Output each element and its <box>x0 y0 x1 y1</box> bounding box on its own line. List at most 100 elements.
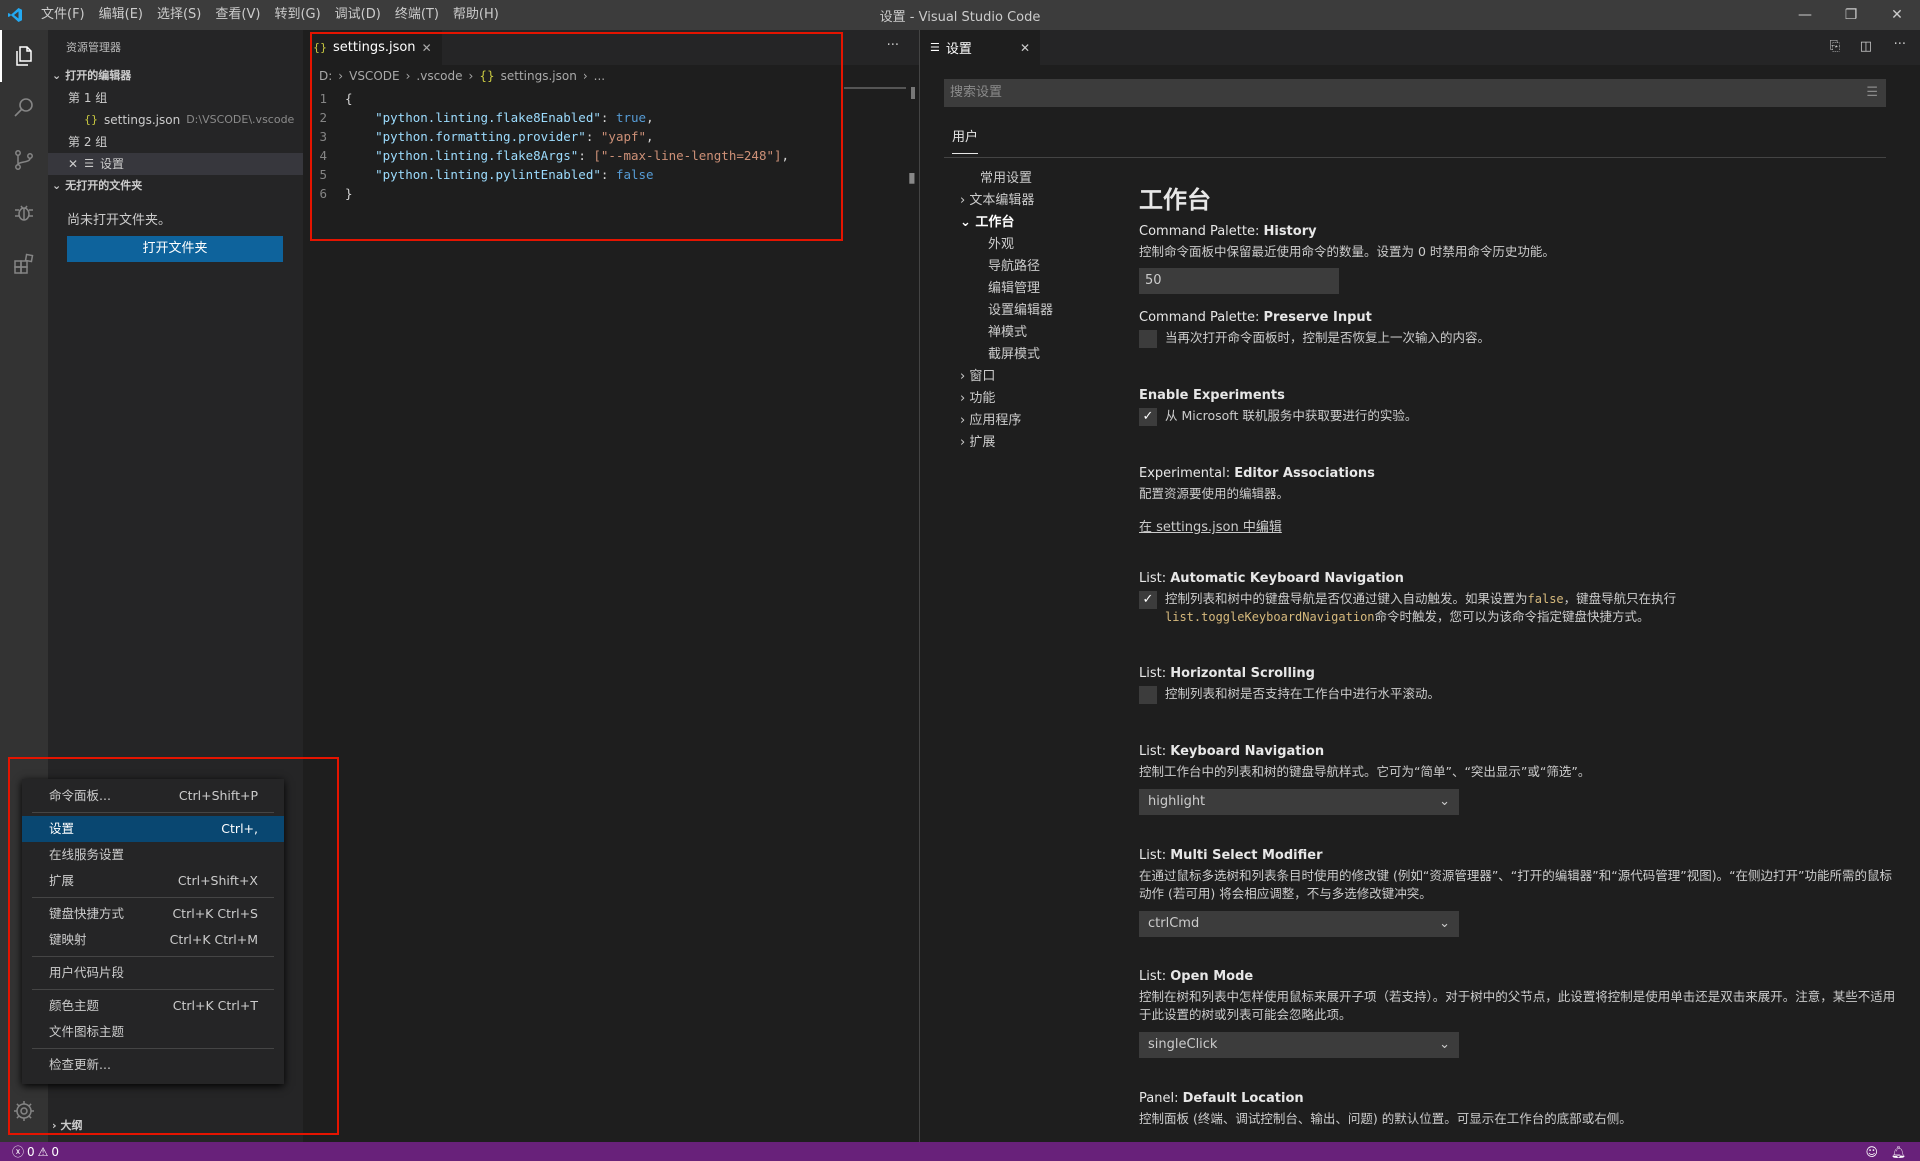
warning-icon: ⚠ <box>37 1144 49 1159</box>
setting-horizontal-scrolling: List: Horizontal Scrolling 控制列表和树是否支持在工作… <box>1139 665 1919 704</box>
edit-in-settings-json-link[interactable]: 在 settings.json 中编辑 <box>1139 520 1282 535</box>
warning-count: 0 <box>51 1144 60 1159</box>
toc-item[interactable]: 编辑管理 <box>960 278 1140 300</box>
chevron-right-icon: › <box>960 435 970 450</box>
setting-panel-default-location: Panel: Default Location 控制面板 (终端、调试控制台、输… <box>1139 1091 1632 1126</box>
minimize-button[interactable]: — <box>1782 0 1828 30</box>
chevron-right-icon: › <box>960 391 970 406</box>
settings-toc: 常用设置 › 文本编辑器 ⌄ 工作台 外观 导航路径 编辑管理 设置编辑器 禅模… <box>960 168 1140 454</box>
settings-ui-icon: ☰ <box>84 157 94 170</box>
menu-item-keyboard-shortcuts[interactable]: 键盘快捷方式 Ctrl+K Ctrl+S <box>22 901 284 927</box>
menu-help[interactable]: 帮助(H) <box>446 0 506 30</box>
toc-item[interactable]: › 应用程序 <box>960 410 1140 432</box>
menu-terminal[interactable]: 终端(T) <box>388 0 446 30</box>
minimap[interactable] <box>844 87 906 89</box>
tab-label: 设置 <box>945 42 972 57</box>
menu-edit[interactable]: 编辑(E) <box>92 0 150 30</box>
menu-item-settings[interactable]: 设置 Ctrl+, <box>22 816 284 842</box>
menu-item-user-snippets[interactable]: 用户代码片段 <box>22 960 284 986</box>
error-count: 0 <box>27 1144 35 1159</box>
files-icon[interactable] <box>0 30 48 82</box>
menu-item-file-icon-theme[interactable]: 文件图标主题 <box>22 1019 284 1045</box>
no-folder-message: 尚未打开文件夹。 <box>67 213 172 228</box>
horizontal-scrolling-checkbox[interactable] <box>1139 685 1157 704</box>
chevron-down-icon: ⌄ <box>52 69 62 82</box>
toc-item[interactable]: 设置编辑器 <box>960 300 1140 322</box>
toc-item[interactable]: › 功能 <box>960 388 1140 410</box>
toc-item[interactable]: 常用设置 <box>960 168 1140 190</box>
no-folder-section[interactable]: ⌄ 无打开的文件夹 <box>48 175 303 197</box>
auto-keyboard-nav-checkbox[interactable]: ✓ <box>1139 591 1157 609</box>
toc-item[interactable]: › 窗口 <box>960 366 1140 388</box>
close-icon[interactable]: ✕ <box>1020 41 1030 55</box>
settings-editor: ☰ 设置 ✕ ⎘ ◫ ··· 搜索设置 ☰ 用户 常用设置 › 文本编辑器 ⌄ … <box>920 30 1920 1142</box>
filter-icon[interactable]: ☰ <box>1866 85 1878 100</box>
settings-search-input[interactable]: 搜索设置 <box>944 79 1886 107</box>
open-editor-item-settings-json[interactable]: {} settings.json D:\VSCODE\.vscode <box>48 109 303 131</box>
manage-context-menu: 命令面板... Ctrl+Shift+P 设置 Ctrl+, 在线服务设置 扩展 Ct… <box>22 779 284 1084</box>
enable-experiments-checkbox[interactable]: ✓ <box>1139 407 1157 426</box>
tab-user[interactable]: 用户 <box>952 123 979 154</box>
setting-open-mode: List: Open Mode 控制在树和列表中怎样使用鼠标来展开子项（若支持）… <box>1139 968 1919 1058</box>
menu-item-command-palette[interactable]: 命令面板... Ctrl+Shift+P <box>22 783 284 809</box>
menu-item-online-services[interactable]: 在线服务设置 <box>22 842 284 868</box>
problems-indicator[interactable]: ⓧ 0 ⚠ 0 <box>12 1143 59 1160</box>
more-actions-icon[interactable]: ··· <box>1894 37 1906 52</box>
status-bar: ⓧ 0 ⚠ 0 ☺ 🔔︎ <box>0 1142 1920 1161</box>
tab-settings[interactable]: ☰ 设置 ✕ <box>920 30 1040 65</box>
toc-item[interactable]: 禅模式 <box>960 322 1140 344</box>
toc-item[interactable]: › 文本编辑器 <box>960 190 1140 212</box>
menu-item-extensions[interactable]: 扩展 Ctrl+Shift+X <box>22 868 284 894</box>
preserve-input-checkbox[interactable] <box>1139 329 1157 348</box>
vscode-logo-icon <box>0 0 30 30</box>
source-control-icon[interactable] <box>0 134 48 186</box>
extensions-icon[interactable] <box>0 238 48 290</box>
highlight-box-editor <box>310 32 843 241</box>
open-editor-settings-name: 设置 <box>99 157 124 171</box>
restore-button[interactable]: ❐ <box>1828 0 1874 30</box>
scroll-indicator-icon: ▮ <box>908 170 916 186</box>
search-icon[interactable] <box>0 82 48 134</box>
explorer-header: 资源管理器 <box>66 41 121 54</box>
keyboard-navigation-select[interactable]: highlight ⌄ <box>1139 789 1459 815</box>
more-actions-icon[interactable]: ··· <box>887 38 899 53</box>
menu-item-keymaps[interactable]: 键映射 Ctrl+K Ctrl+M <box>22 927 284 953</box>
notifications-icon[interactable]: 🔔︎ <box>1891 1145 1906 1159</box>
open-editors-title: 打开的编辑器 <box>65 69 132 82</box>
debug-icon[interactable] <box>0 186 48 238</box>
toc-item[interactable]: 截屏模式 <box>960 344 1140 366</box>
menu-view[interactable]: 查看(V) <box>208 0 267 30</box>
toc-item[interactable]: › 扩展 <box>960 432 1140 454</box>
menu-go[interactable]: 转到(G) <box>267 0 327 30</box>
setting-preserve-input: Command Palette: Preserve Input 当再次打开命令面… <box>1139 309 1919 348</box>
setting-multi-select-modifier: List: Multi Select Modifier 在通过鼠标多选树和列表条… <box>1139 847 1919 937</box>
open-folder-button[interactable]: 打开文件夹 <box>67 236 283 262</box>
open-json-icon[interactable]: ⎘ <box>1830 39 1840 54</box>
feedback-icon[interactable]: ☺ <box>1865 1145 1878 1159</box>
toc-item-workbench[interactable]: ⌄ 工作台 <box>960 212 1140 234</box>
json-file-icon: {} <box>84 113 98 126</box>
settings-tabs: ☰ 设置 ✕ ⎘ ◫ ··· <box>920 30 1920 65</box>
scrollbar[interactable] <box>911 87 915 99</box>
menu-selection[interactable]: 选择(S) <box>150 0 208 30</box>
toc-item[interactable]: 外观 <box>960 234 1140 256</box>
chevron-right-icon: › <box>960 413 970 428</box>
menu-item-color-theme[interactable]: 颜色主题 Ctrl+K Ctrl+T <box>22 993 284 1019</box>
menu-file[interactable]: 文件(F) <box>34 0 92 30</box>
chevron-right-icon: › <box>960 369 970 384</box>
toc-item[interactable]: 导航路径 <box>960 256 1140 278</box>
open-editors-section[interactable]: ⌄ 打开的编辑器 <box>48 65 303 87</box>
close-window-button[interactable]: ✕ <box>1874 0 1920 30</box>
open-editor-item-settings[interactable]: ✕ ☰ 设置 <box>48 153 303 175</box>
editor-group-2-label: 第 2 组 <box>68 135 108 149</box>
history-input[interactable]: 50 <box>1139 268 1339 294</box>
menu-debug[interactable]: 调试(D) <box>328 0 388 30</box>
close-icon[interactable]: ✕ <box>68 153 78 175</box>
open-mode-select[interactable]: singleClick ⌄ <box>1139 1032 1459 1058</box>
menu-separator <box>32 897 274 898</box>
split-editor-icon[interactable]: ◫ <box>1860 39 1872 54</box>
multi-select-modifier-select[interactable]: ctrlCmd ⌄ <box>1139 911 1459 937</box>
setting-automatic-keyboard-navigation: List: Automatic Keyboard Navigation ✓ 控制… <box>1139 571 1677 624</box>
menu-item-check-updates[interactable]: 检查更新... <box>22 1052 284 1078</box>
menu-separator <box>32 956 274 957</box>
